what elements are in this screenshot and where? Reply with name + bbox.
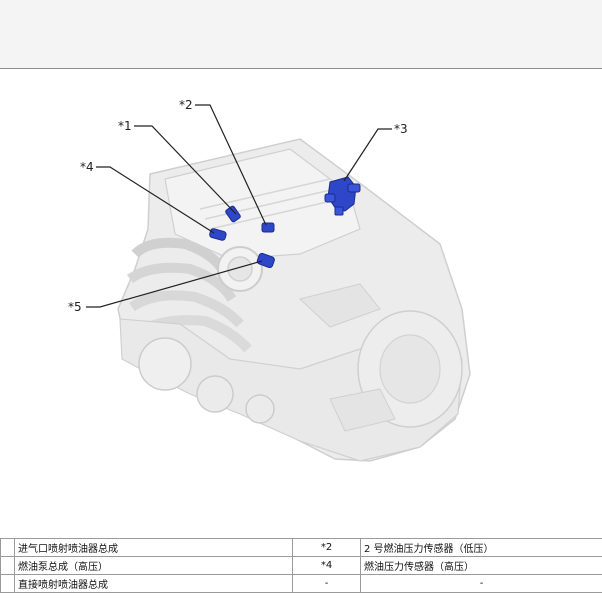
callout-3: *3 bbox=[394, 122, 408, 136]
callout-5: *5 bbox=[68, 300, 82, 314]
callout-4: *4 bbox=[80, 160, 94, 174]
legend-left-text: 燃油泵总成（高压） bbox=[14, 556, 293, 575]
legend-table: 进气口喷射喷油器总成 *2 2 号燃油压力传感器（低压） 燃油泵总成（高压） *… bbox=[0, 538, 602, 593]
legend-left-num bbox=[0, 538, 15, 557]
legend-row: 进气口喷射喷油器总成 *2 2 号燃油压力传感器（低压） bbox=[0, 538, 602, 557]
legend-row: 燃油泵总成（高压） *4 燃油压力传感器（高压） bbox=[0, 556, 602, 575]
leader-line-3 bbox=[343, 128, 392, 182]
callout-2: *2 bbox=[179, 98, 193, 112]
legend-right-text: 2 号燃油压力传感器（低压） bbox=[360, 538, 602, 557]
legend-left-num bbox=[0, 556, 15, 575]
header-band bbox=[0, 0, 602, 69]
legend-left-num bbox=[0, 574, 15, 593]
legend-right-text: - bbox=[360, 574, 602, 593]
legend-right-num: *2 bbox=[292, 538, 361, 557]
legend-row: 直接喷射喷油器总成 - - bbox=[0, 574, 602, 593]
callout-1: *1 bbox=[118, 119, 132, 133]
legend-right-num: - bbox=[292, 574, 361, 593]
legend-right-text: 燃油压力传感器（高压） bbox=[360, 556, 602, 575]
engine-illustration-icon bbox=[117, 138, 471, 462]
engine-diagram: *1 *2 *3 *4 *5 bbox=[68, 98, 471, 462]
legend-left-text: 直接喷射喷油器总成 bbox=[14, 574, 293, 593]
pressure-sensor-low-part bbox=[261, 222, 275, 233]
engine-figure: *1 *2 *3 *4 *5 bbox=[0, 69, 602, 529]
legend-right-num: *4 bbox=[292, 556, 361, 575]
legend-left-text: 进气口喷射喷油器总成 bbox=[14, 538, 293, 557]
